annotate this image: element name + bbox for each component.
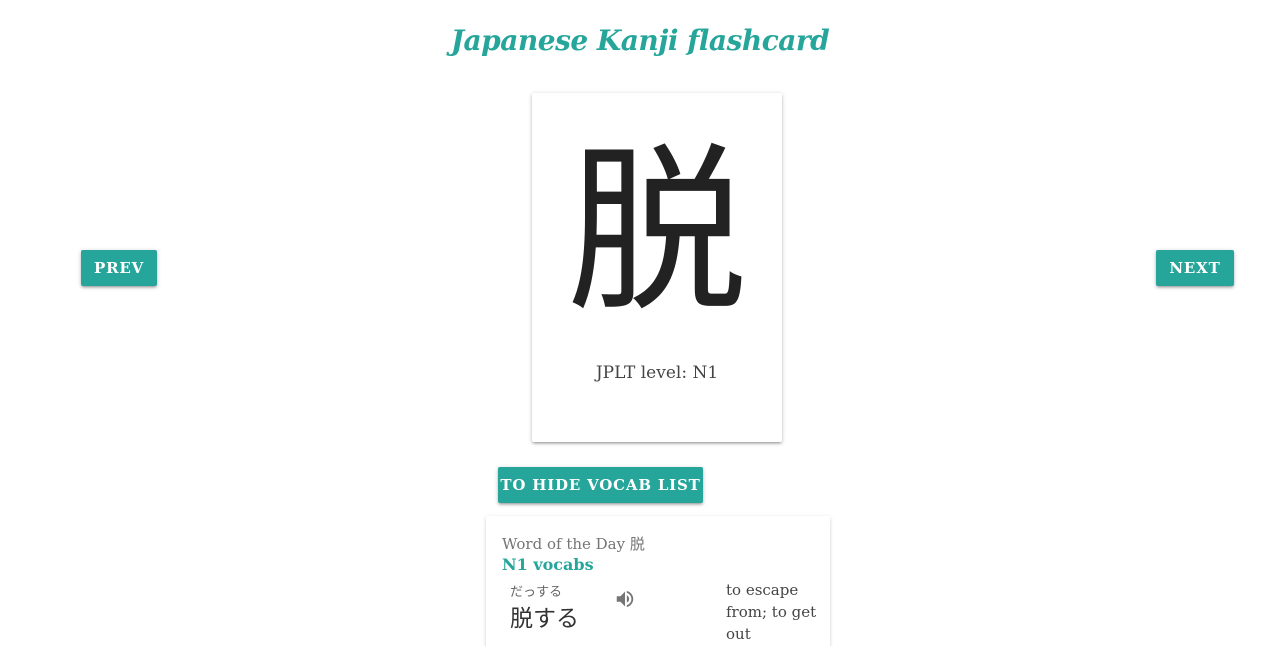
vocab-meaning: to escape from; to get out	[726, 581, 817, 643]
vocab-card: Word of the Day 脱 N1 vocabs だっする 脱する to …	[486, 516, 830, 646]
next-button[interactable]: NEXT	[1156, 250, 1234, 286]
word-of-the-day-heading: Word of the Day 脱	[502, 535, 645, 553]
speaker-icon[interactable]	[614, 588, 636, 610]
toggle-vocab-list-button[interactable]: TO HIDE VOCAB LIST	[498, 467, 703, 503]
page-title: Japanese Kanji flashcard	[450, 24, 830, 57]
kanji-flashcard[interactable]: 脱 JPLT level: N1	[532, 93, 782, 442]
jlpt-level-label: JPLT level: N1	[595, 363, 719, 383]
kanji-character: 脱	[566, 128, 747, 337]
vocab-reading: だっする	[510, 585, 563, 600]
prev-button[interactable]: PREV	[81, 250, 157, 286]
level-vocabs-link[interactable]: N1 vocabs	[502, 555, 594, 574]
vocab-word: 脱する	[510, 606, 579, 632]
